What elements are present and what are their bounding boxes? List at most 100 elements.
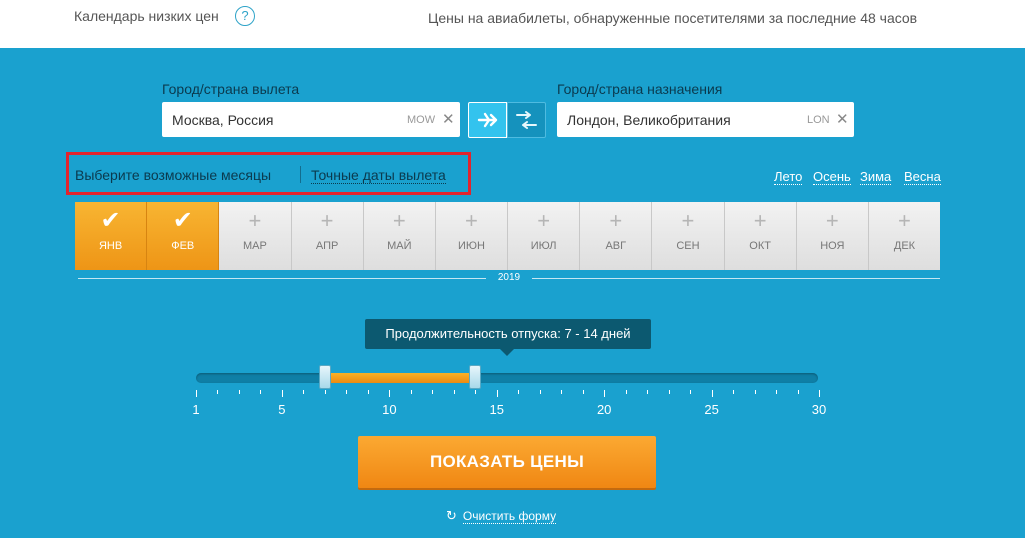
scale-tick — [410, 390, 412, 394]
scale-tick — [647, 390, 649, 394]
show-prices-button[interactable]: ПОКАЗАТЬ ЦЕНЫ — [358, 436, 656, 488]
header-bar: Календарь низких цен ? Цены на авиабилет… — [0, 0, 1025, 48]
month-12-button[interactable]: + ДЕК — [868, 202, 941, 270]
month-label: НОЯ — [820, 240, 845, 252]
duration-min-handle[interactable] — [318, 365, 331, 389]
origin-code: MOW — [407, 114, 436, 126]
plus-icon: + — [753, 208, 767, 233]
plus-icon: + — [681, 208, 695, 233]
month-8-button[interactable]: + АВГ — [580, 202, 653, 270]
month-label: ДЕК — [893, 240, 916, 252]
refresh-icon: ↻ — [446, 508, 457, 523]
month-label: ЯНВ — [98, 240, 123, 252]
scale-tick — [819, 390, 820, 397]
season-spring-link[interactable]: Весна — [904, 169, 941, 185]
scale-tick — [496, 390, 498, 397]
duration-slider-track[interactable] — [196, 373, 818, 383]
destination-label: Город/страна назначения — [557, 81, 723, 97]
month-9-button[interactable]: + СЕН — [652, 202, 725, 270]
scale-tick — [281, 390, 283, 397]
month-5-button[interactable]: + МАЙ — [363, 202, 436, 270]
scale-tick — [776, 390, 778, 394]
check-icon: ✔ — [100, 207, 121, 234]
plus-icon: + — [465, 208, 478, 233]
origin-clear-icon[interactable]: ✕ — [442, 110, 455, 128]
scale-tick — [303, 390, 305, 394]
month-10-button[interactable]: + ОКТ — [724, 202, 797, 270]
scale-tick — [733, 390, 735, 394]
scale-tick — [217, 390, 219, 394]
help-icon[interactable]: ? — [235, 6, 255, 26]
scale-tick — [453, 390, 455, 394]
plus-icon: + — [609, 208, 623, 233]
month-3-button[interactable]: + МАР — [219, 202, 292, 270]
month-selector: ✔ ЯНВ ✔ ФЕВ + МАР + АПР + МАЙ + ИЮН + ИЮЛ + АВГ + СЕН + ОКТ… — [75, 202, 941, 270]
duration-max-handle[interactable] — [469, 365, 482, 389]
roundtrip-icon — [516, 111, 537, 129]
plane-icon — [477, 112, 498, 128]
month-2-button[interactable]: ✔ ФЕВ — [147, 202, 220, 270]
scale-tick — [518, 390, 520, 394]
month-6-button[interactable]: + ИЮН — [435, 202, 509, 270]
origin-field[interactable]: Москва, Россия MOW ✕ — [162, 102, 460, 137]
year-divider-left — [78, 278, 486, 279]
scale-label: 25 — [704, 402, 719, 417]
page-title: Календарь низких цен — [74, 8, 219, 24]
destination-code: LON — [807, 114, 830, 126]
season-winter-link[interactable]: Зима — [860, 169, 892, 185]
plus-icon: + — [898, 208, 911, 233]
season-autumn-link[interactable]: Осень — [813, 169, 851, 185]
month-label: МАЙ — [387, 240, 412, 252]
month-label: ИЮЛ — [530, 240, 557, 252]
scale-label: 15 — [489, 402, 504, 417]
destination-clear-icon[interactable]: ✕ — [836, 110, 849, 128]
scale-label: 30 — [811, 402, 827, 417]
month-label: ИЮН — [457, 240, 485, 252]
mode-months-tab[interactable]: Выберите возможные месяцы — [75, 167, 271, 183]
scale-label: 10 — [382, 402, 397, 417]
roundtrip-toggle-button[interactable] — [507, 102, 546, 138]
scale-label: 1 — [192, 402, 200, 417]
mode-divider — [300, 166, 301, 183]
duration-slider-range — [324, 373, 476, 383]
mode-exact-dates-link[interactable]: Точные даты вылета — [311, 167, 446, 184]
scale-tick — [625, 390, 627, 394]
plus-icon: + — [825, 208, 839, 233]
header-subtitle: Цены на авиабилеты, обнаруженные посетит… — [428, 10, 918, 26]
scale-tick — [711, 390, 713, 397]
plus-icon: + — [537, 208, 551, 233]
month-label: ФЕВ — [171, 240, 195, 252]
month-7-button[interactable]: + ИЮЛ — [508, 202, 581, 270]
scale-tick — [561, 390, 563, 394]
oneway-toggle-button[interactable] — [468, 102, 507, 138]
month-label: ОКТ — [749, 240, 771, 252]
scale-label: 5 — [278, 402, 286, 417]
month-label: СЕН — [676, 240, 700, 252]
month-label: МАР — [243, 240, 267, 252]
month-4-button[interactable]: + АПР — [291, 202, 364, 270]
duration-tooltip: Продолжительность отпуска: 7 - 14 дней — [365, 319, 651, 356]
month-1-button[interactable]: ✔ ЯНВ — [75, 202, 148, 270]
scale-tick — [668, 390, 670, 394]
season-summer-link[interactable]: Лето — [774, 169, 803, 185]
scale-tick — [432, 390, 434, 394]
scale-tick — [690, 390, 692, 394]
year-label: 2019 — [497, 272, 521, 283]
clear-form-label: Очистить форму — [462, 509, 557, 524]
destination-field[interactable]: Лондон, Великобритания LON ✕ — [557, 102, 854, 137]
scale-tick — [196, 390, 197, 397]
scale-tick — [539, 390, 541, 394]
origin-value: Москва, Россия — [172, 112, 274, 128]
scale-tick — [604, 390, 606, 397]
plus-icon: + — [392, 208, 406, 233]
scale-tick — [475, 390, 477, 394]
clear-form-link[interactable]: ↻ Очистить форму — [446, 508, 557, 524]
scale-tick — [238, 390, 240, 394]
scale-tick — [346, 390, 348, 394]
plus-icon: + — [248, 208, 262, 233]
scale-tick — [582, 390, 584, 394]
month-11-button[interactable]: + НОЯ — [796, 202, 869, 270]
scale-label: 20 — [596, 402, 612, 417]
scale-tick — [797, 390, 799, 394]
year-divider-right — [532, 278, 940, 279]
